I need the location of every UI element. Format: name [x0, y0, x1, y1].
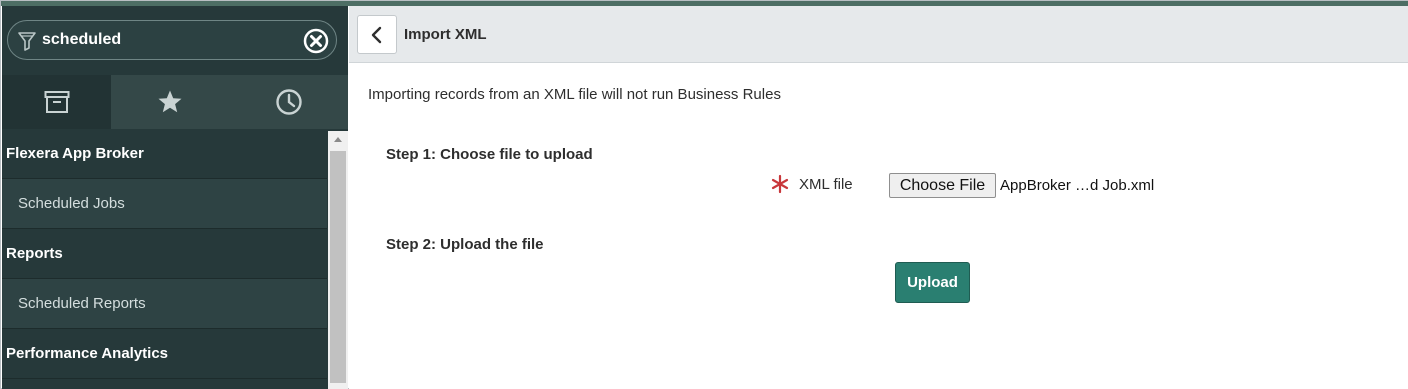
scroll-up-arrow-icon[interactable]: [328, 131, 348, 147]
nav-section-reports[interactable]: Reports: [2, 229, 327, 279]
filter-navigator-box[interactable]: [7, 20, 337, 60]
form-header: Import XML: [349, 6, 1408, 63]
choose-file-button[interactable]: Choose File: [889, 173, 996, 198]
nav-module-label: Scheduled Jobs: [18, 195, 125, 212]
nav-section-label: Performance Analytics: [6, 345, 169, 362]
nav-section-performance-analytics[interactable]: Performance Analytics: [2, 329, 327, 379]
tab-favorites[interactable]: [111, 75, 229, 129]
nav-module-scheduled-jobs[interactable]: Scheduled Jobs: [2, 179, 327, 229]
filter-navigator-input[interactable]: [42, 27, 292, 53]
clear-filter-icon[interactable]: [303, 28, 329, 54]
upload-button[interactable]: Upload: [895, 262, 970, 303]
xml-file-label: XML file: [799, 176, 853, 193]
navigator-sidebar: Flexera App Broker Scheduled Jobs Report…: [2, 6, 348, 389]
step2-label: Step 2: Upload the file: [386, 236, 544, 253]
filter-area: [2, 6, 348, 75]
archive-box-icon: [44, 91, 69, 113]
filter-icon: [18, 32, 36, 51]
tab-history[interactable]: [229, 75, 348, 129]
selected-file-name: AppBroker …d Job.xml: [1000, 177, 1155, 194]
tab-all-applications[interactable]: [2, 75, 111, 129]
sidebar-scrollbar[interactable]: [328, 131, 348, 389]
step1-label: Step 1: Choose file to upload: [386, 146, 593, 163]
nav-section-flexera-app-broker[interactable]: Flexera App Broker: [2, 129, 327, 179]
chevron-left-icon: [371, 26, 382, 43]
app-window: Flexera App Broker Scheduled Jobs Report…: [0, 0, 1408, 389]
navigator-tabs: [2, 75, 348, 129]
nav-section-label: Reports: [6, 245, 63, 262]
nav-module-scheduled-reports[interactable]: Scheduled Reports: [2, 279, 327, 329]
navigator-list: Flexera App Broker Scheduled Jobs Report…: [2, 129, 348, 389]
clock-icon: [275, 89, 302, 115]
nav-module-label: Scheduled Reports: [18, 295, 146, 312]
star-icon: [158, 90, 182, 113]
page-title: Import XML: [404, 26, 487, 43]
info-message: Importing records from an XML file will …: [368, 86, 781, 103]
back-button[interactable]: [357, 15, 397, 54]
required-asterisk-icon: [771, 174, 789, 194]
scrollbar-thumb[interactable]: [330, 151, 346, 383]
main-content: Import XML Importing records from an XML…: [349, 6, 1408, 389]
nav-section-label: Flexera App Broker: [6, 145, 144, 162]
